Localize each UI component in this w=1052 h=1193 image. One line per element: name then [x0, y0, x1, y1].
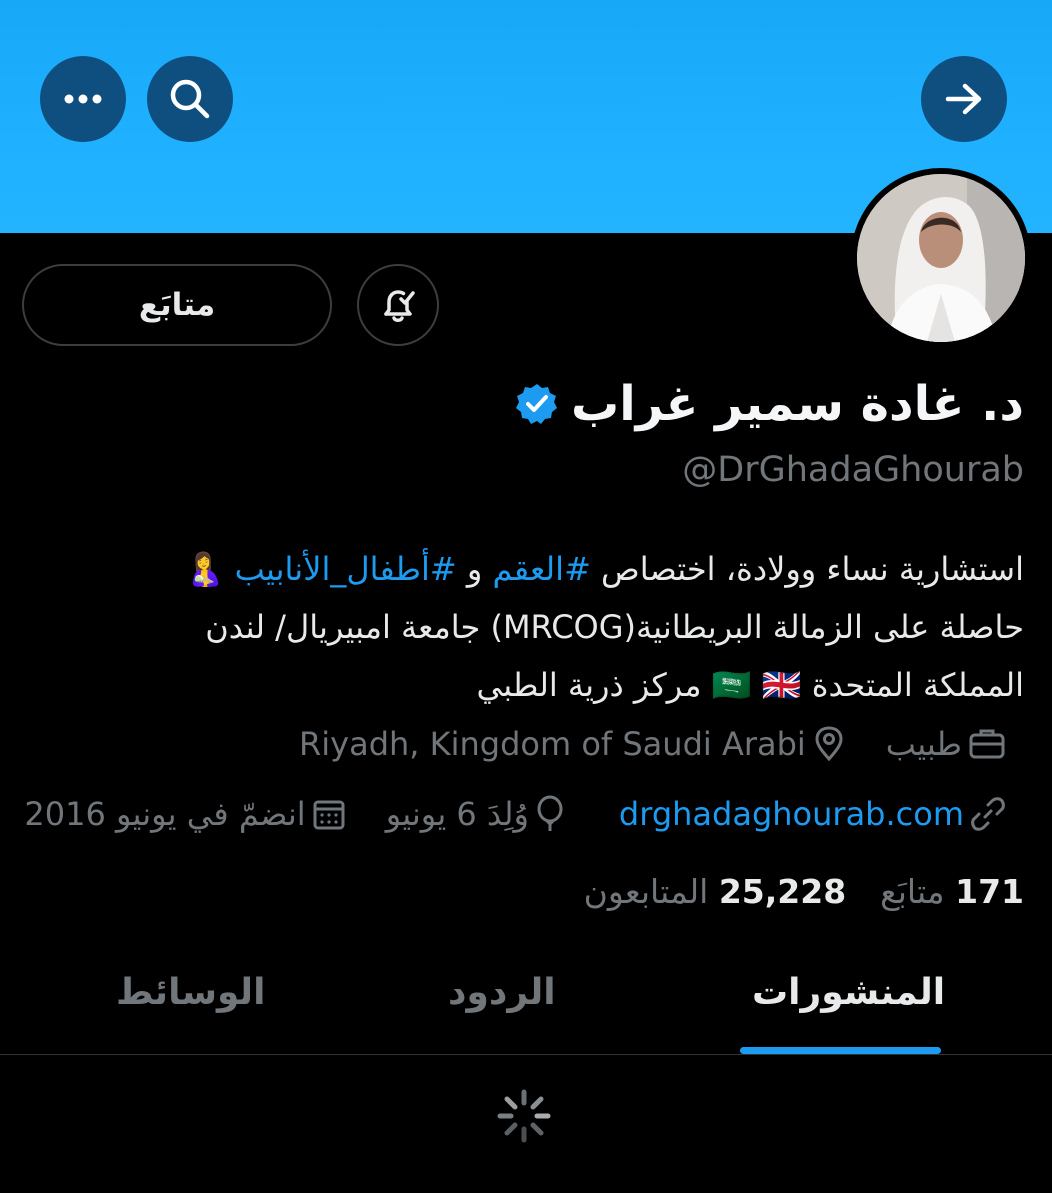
- calendar-icon: [313, 800, 345, 830]
- following-button[interactable]: متابَع: [22, 264, 332, 346]
- location-item: Riyadh, Kingdom of Saudi Arabi: [299, 725, 846, 763]
- bio-line-1: استشارية نساء وولادة، اختصاص #العقم و #أ…: [184, 550, 1024, 588]
- bio-line-3: المملكة المتحدة 🇸🇦 🇬🇧 مركز ذرية الطبي: [476, 666, 1024, 704]
- profile-tabs: المنشورات الردود الوسائط: [0, 950, 1052, 1055]
- profile-name-row: د. غادة سمير غراب: [515, 376, 1024, 432]
- website-item[interactable]: drghadaghourab.com: [619, 795, 1006, 833]
- profession-item: طبيب: [886, 725, 1006, 763]
- arrow-right-icon: [945, 83, 982, 115]
- profile-handle: @DrGhadaGhourab: [682, 450, 1024, 490]
- back-button[interactable]: [921, 56, 1007, 142]
- bio-emoji: 🤱: [184, 550, 235, 588]
- followers-count: 25,228: [718, 872, 847, 911]
- bell-check-icon: [384, 290, 415, 322]
- notifications-button[interactable]: [357, 264, 439, 346]
- followers-label: المتابعون: [583, 872, 709, 911]
- location-text: Riyadh, Kingdom of Saudi Arabi: [299, 725, 806, 763]
- profile-meta-row-1: طبيب Riyadh, Kingdom of Saudi Arabi: [299, 725, 1006, 763]
- active-tab-indicator: [740, 1047, 941, 1054]
- hashtag-infertility[interactable]: #العقم: [493, 550, 591, 588]
- following-stat[interactable]: 171 متابَع: [880, 872, 1024, 911]
- briefcase-icon: [969, 729, 1005, 759]
- avatar[interactable]: [851, 168, 1031, 348]
- following-label: متابَع: [880, 872, 945, 911]
- birthday-item: وُلِدَ 6 يونيو: [386, 795, 565, 833]
- tab-replies[interactable]: الردود: [448, 972, 556, 1013]
- follow-stats: 171 متابَع 25,228 المتابعون: [584, 872, 1024, 911]
- profession-text: طبيب: [885, 725, 962, 763]
- bio-line-2: حاصلة على الزمالة البريطانية(MRCOG) جامع…: [205, 608, 1024, 646]
- verified-badge-icon: [516, 384, 558, 424]
- joined-text: انضمّ في يونيو 2016: [24, 795, 306, 833]
- following-count: 171: [955, 872, 1024, 911]
- tab-posts[interactable]: المنشورات: [752, 972, 945, 1013]
- search-button[interactable]: [147, 56, 233, 142]
- more-dots-icon: [64, 94, 102, 104]
- location-pin-icon: [815, 726, 843, 762]
- loading-spinner-icon: [497, 1089, 551, 1143]
- more-button[interactable]: [40, 56, 126, 142]
- joined-item: انضمّ في يونيو 2016: [24, 795, 345, 833]
- search-icon: [170, 79, 210, 119]
- profile-meta-row-2: drghadaghourab.com وُلِدَ 6 يونيو انضمّ …: [24, 795, 1006, 833]
- link-icon: [971, 797, 1005, 831]
- balloon-icon: [537, 795, 563, 831]
- following-button-label: متابَع: [138, 287, 216, 323]
- website-link[interactable]: drghadaghourab.com: [619, 795, 964, 833]
- followers-stat[interactable]: 25,228 المتابعون: [584, 872, 847, 911]
- profile-photo: [857, 174, 1025, 342]
- profile-bio: استشارية نساء وولادة، اختصاص #العقم و #أ…: [44, 540, 1024, 714]
- profile-name: د. غادة سمير غراب: [571, 376, 1024, 432]
- tab-media[interactable]: الوسائط: [116, 972, 265, 1013]
- birthday-text: وُلِدَ 6 يونيو: [385, 795, 529, 833]
- hashtag-ivf[interactable]: #أطفال_الأنابيب: [235, 550, 457, 588]
